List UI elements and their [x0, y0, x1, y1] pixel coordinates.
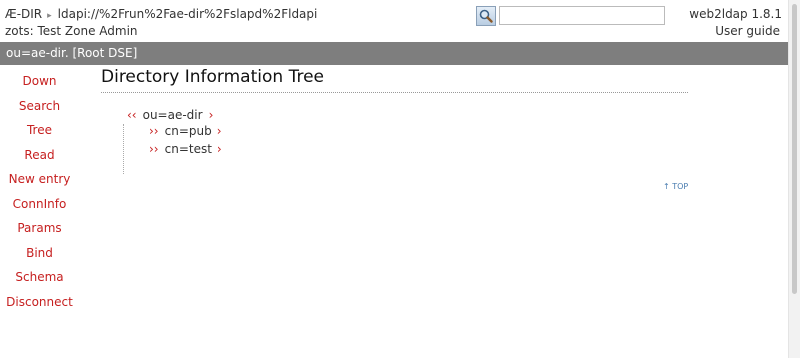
collapse-icon[interactable]: ‹‹	[127, 108, 137, 122]
tree-child: ›› cn=test ›	[149, 142, 222, 156]
scrollbar-thumb[interactable]	[792, 4, 797, 294]
menu-item-params[interactable]: Params	[0, 219, 79, 244]
menu-item-conninfo[interactable]: ConnInfo	[0, 195, 79, 220]
read-child-icon[interactable]: ›	[217, 142, 222, 156]
tree-child: ›› cn=pub ›	[149, 124, 222, 138]
current-dn-bar: ou=ae-dir. [Root DSE]	[0, 42, 800, 65]
menu-item-new-entry[interactable]: New entry	[0, 170, 79, 195]
tree-root: ‹‹ ou=ae-dir ›	[127, 108, 213, 122]
main-content: Directory Information Tree ‹‹ ou=ae-dir › …	[101, 66, 689, 191]
triangle-right-icon: ▸	[47, 11, 52, 21]
menu-item-search[interactable]: Search	[0, 97, 79, 122]
menu-item-disconnect[interactable]: Disconnect	[0, 293, 79, 318]
version-link[interactable]: web2ldap 1.8.1	[689, 7, 782, 21]
menu-item-read[interactable]: Read	[0, 146, 79, 171]
user-guide-link[interactable]: User guide	[715, 24, 780, 38]
ldap-url-link[interactable]: ldapi://%2Frun%2Fae-dir%2Fslapd%2Fldapi	[58, 7, 318, 21]
menu-item-tree[interactable]: Tree	[0, 121, 79, 146]
directory-tree: ‹‹ ou=ae-dir › ›› cn=pub › ›› cn=test ›	[123, 108, 222, 174]
quick-search-input[interactable]	[499, 6, 665, 25]
expand-icon[interactable]: ››	[149, 142, 159, 156]
vertical-scrollbar[interactable]	[788, 0, 800, 358]
current-dn-text: ou=ae-dir. [Root DSE]	[6, 46, 138, 60]
app-header: Æ-DIR ▸ ldapi://%2Frun%2Fae-dir%2Fslapd%2F…	[5, 7, 317, 21]
tree-child-label: cn=pub	[164, 124, 212, 138]
tree-root-label: ou=ae-dir	[142, 108, 203, 122]
expand-icon[interactable]: ››	[149, 124, 159, 138]
menu-item-down[interactable]: Down	[0, 72, 79, 97]
top-bar: Æ-DIR ▸ ldapi://%2Frun%2Fae-dir%2Fslapd%2F…	[0, 0, 800, 42]
tree-child-label: cn=test	[164, 142, 212, 156]
app-name-link[interactable]: Æ-DIR	[5, 7, 42, 21]
menu-item-schema[interactable]: Schema	[0, 268, 79, 293]
left-menu: Down Search Tree Read New entry ConnInfo…	[0, 72, 79, 317]
tree-children: ›› cn=pub › ›› cn=test ›	[123, 124, 222, 174]
magnifier-icon	[479, 9, 493, 23]
menu-item-bind[interactable]: Bind	[0, 244, 79, 269]
who-am-i[interactable]: zots: Test Zone Admin	[5, 24, 138, 38]
read-root-icon[interactable]: ›	[209, 108, 214, 122]
page-title: Directory Information Tree	[101, 67, 324, 87]
search-button[interactable]	[476, 6, 496, 26]
back-to-top-link[interactable]: ↑ TOP	[663, 182, 688, 191]
read-child-icon[interactable]: ›	[217, 124, 222, 138]
title-divider	[101, 92, 688, 93]
